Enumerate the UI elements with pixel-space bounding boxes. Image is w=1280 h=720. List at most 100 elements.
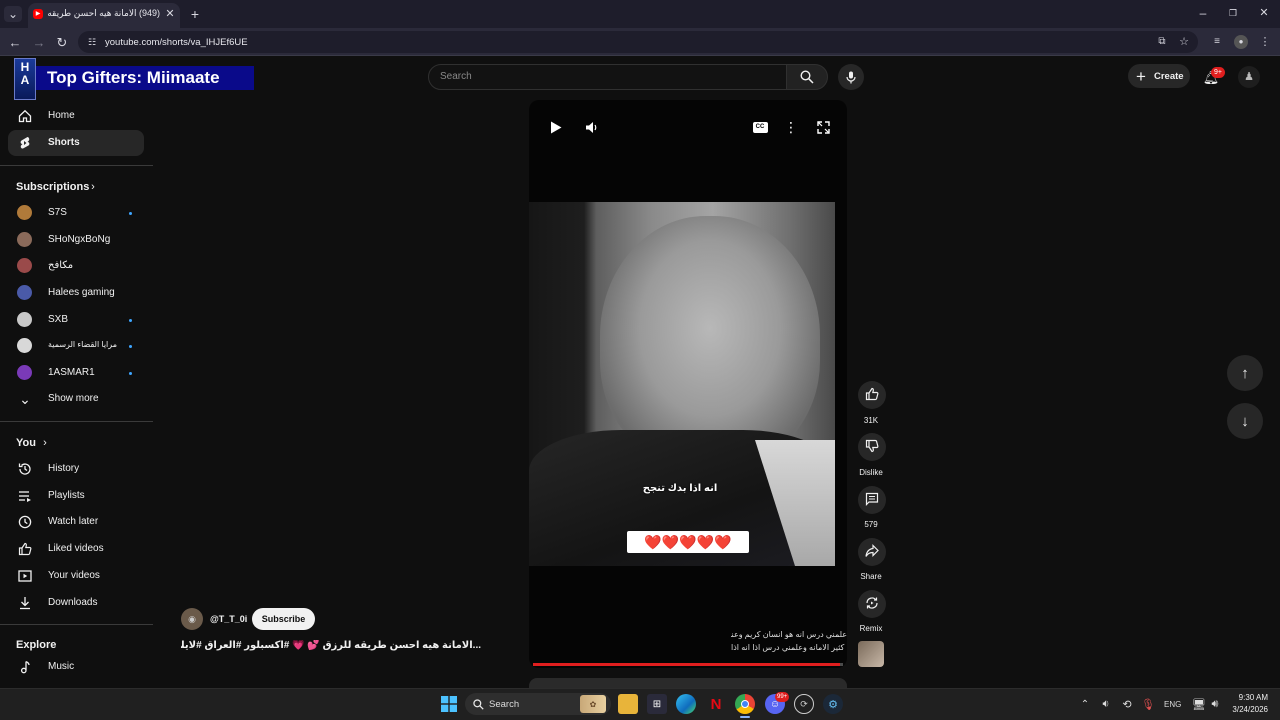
like-button[interactable] xyxy=(858,381,886,409)
sidebar-item-label: Liked videos xyxy=(48,543,104,554)
tab-title: (949) الامانة هيه احسن طريقه لل... xyxy=(48,8,160,18)
clock-time[interactable]: 9:30 AM xyxy=(1230,693,1268,702)
sidebar-item-playlists[interactable]: Playlists xyxy=(8,483,144,509)
more-options-icon[interactable]: ⋮ xyxy=(781,117,801,137)
comment-count: 579 xyxy=(864,520,878,529)
netflix-icon[interactable]: N xyxy=(706,694,726,714)
sidebar-item-maraya-alqadaa[interactable]: مرايا القضاء الرسمية xyxy=(8,333,144,359)
sidebar-show-more[interactable]: ⌄ Show more xyxy=(8,386,144,412)
back-icon[interactable]: ← xyxy=(7,34,23,50)
progress-fill xyxy=(533,663,840,666)
sidebar-item-history[interactable]: History xyxy=(8,456,144,482)
sidebar-divider xyxy=(0,165,153,166)
site-info-icon[interactable]: ☷ xyxy=(85,35,99,49)
sidebar-item-shorts[interactable]: Shorts xyxy=(8,130,144,156)
sidebar-item-label: Your videos xyxy=(48,570,100,581)
sidebar-item-watch-later[interactable]: Watch later xyxy=(8,509,144,535)
sidebar-item-label: SHoNgxBoNg xyxy=(48,234,111,245)
chevron-right-icon[interactable]: › xyxy=(40,437,50,449)
sound-thumbnail[interactable] xyxy=(858,641,884,667)
search-placeholder: Search xyxy=(440,71,472,82)
windows-start-icon[interactable] xyxy=(439,694,459,714)
sidebar-item-mukafeh[interactable]: مكافح xyxy=(8,253,144,279)
avatar xyxy=(17,232,32,247)
comments-button[interactable] xyxy=(858,486,886,514)
chrome-icon[interactable] xyxy=(735,694,755,714)
tray-overflow-icon[interactable]: ⌃ xyxy=(1075,694,1095,714)
window-close-icon[interactable]: ✕ xyxy=(1257,6,1271,20)
volume-tray-icon[interactable]: 🔊︎ xyxy=(1205,694,1225,714)
clock-date[interactable]: 3/24/2026 xyxy=(1224,705,1268,714)
file-explorer-icon[interactable] xyxy=(618,694,638,714)
sidebar-item-your-videos[interactable]: Your videos xyxy=(8,563,144,589)
restore-icon[interactable]: ❐ xyxy=(1226,6,1240,20)
sidebar-item-liked-videos[interactable]: Liked videos xyxy=(8,536,144,562)
reading-list-icon[interactable]: ≡ xyxy=(1210,35,1224,49)
share-label: Share xyxy=(860,572,882,581)
minimize-icon[interactable]: – xyxy=(1196,6,1210,20)
discord-badge: 99+ xyxy=(775,692,790,702)
short-caption[interactable]: ...الامانة هيه احسن طريقه للرزق 💕 💗 #اكس… xyxy=(181,640,481,651)
next-short-preview[interactable] xyxy=(529,678,847,688)
sidebar-item-label: Music xyxy=(48,661,75,672)
search-icon xyxy=(798,68,816,86)
microsoft-store-icon[interactable]: ⊞ xyxy=(647,694,667,714)
subscriptions-heading[interactable]: Subscriptions xyxy=(16,181,89,193)
tab-search-chevron-icon[interactable]: ⌄ xyxy=(4,6,22,22)
remix-button[interactable] xyxy=(858,590,886,618)
sidebar-item-label: Playlists xyxy=(48,490,85,501)
subscribe-button[interactable]: Subscribe xyxy=(252,608,315,630)
sync-icon[interactable]: ⟲ xyxy=(1117,694,1137,714)
sidebar-item-label: Shorts xyxy=(48,137,80,148)
sidebar-item-home[interactable]: Home xyxy=(8,103,144,129)
reload-icon[interactable]: ↻ xyxy=(54,34,70,50)
music-icon xyxy=(16,658,34,676)
play-icon[interactable] xyxy=(546,117,566,137)
language-indicator[interactable]: ENG xyxy=(1164,700,1181,709)
dislike-label: Dislike xyxy=(859,468,883,477)
sidebar-item-sxb[interactable]: SXB xyxy=(8,307,144,333)
avatar xyxy=(17,312,32,327)
you-heading[interactable]: You xyxy=(16,437,36,449)
explore-heading: Explore xyxy=(16,639,57,651)
next-short-button[interactable]: ↓ xyxy=(1227,403,1263,439)
volume-icon[interactable] xyxy=(582,117,602,137)
comment-icon xyxy=(865,492,879,509)
channel-handle[interactable]: @T_T_0i xyxy=(210,614,247,624)
arrow-down-icon: ↓ xyxy=(1241,412,1249,430)
fullscreen-icon[interactable] xyxy=(813,117,833,137)
sidebar-item-1asmar1[interactable]: 1ASMAR1 xyxy=(8,360,144,386)
chevron-right-icon[interactable]: › xyxy=(88,181,98,193)
tab-close-icon[interactable]: ✕ xyxy=(163,7,177,21)
forward-icon[interactable]: → xyxy=(31,34,47,50)
audio-icon[interactable]: 🔉︎ xyxy=(1096,694,1116,714)
app-icon[interactable]: ⟳ xyxy=(794,694,814,714)
search-input[interactable] xyxy=(428,64,787,90)
mic-tray-icon[interactable]: 🎙︎ xyxy=(1138,694,1158,714)
account-avatar[interactable]: ♟ xyxy=(1238,66,1260,88)
sidebar-item-label: S7S xyxy=(48,207,67,218)
url-text[interactable]: youtube.com/shorts/va_IHJEf6UE xyxy=(105,37,248,48)
chevron-down-icon: ⌄ xyxy=(19,390,31,407)
profile-avatar-icon[interactable]: ● xyxy=(1234,35,1248,49)
new-tab-icon[interactable]: + xyxy=(187,6,203,22)
sidebar-item-shongxbong[interactable]: SHoNgxBoNg xyxy=(8,227,144,253)
previous-short-button[interactable]: ↑ xyxy=(1227,355,1263,391)
steam-icon[interactable]: ⚙ xyxy=(823,694,843,714)
captions-icon[interactable]: CC xyxy=(750,117,770,137)
video-subtitle: انه اذا بدك تنجح xyxy=(642,483,718,494)
watch-later-icon xyxy=(16,513,34,531)
install-app-icon[interactable]: ⧉ xyxy=(1155,35,1169,49)
shorts-icon xyxy=(16,134,34,152)
edge-browser-icon[interactable] xyxy=(676,694,696,714)
browser-menu-icon[interactable]: ⋮ xyxy=(1258,35,1272,49)
dislike-button[interactable] xyxy=(858,433,886,461)
sidebar-item-halees-gaming[interactable]: Halees gaming xyxy=(8,280,144,306)
logo-letters: HA xyxy=(20,60,30,87)
sidebar-item-downloads[interactable]: Downloads xyxy=(8,590,144,616)
bookmark-star-icon[interactable]: ☆ xyxy=(1177,35,1191,49)
sidebar-item-music[interactable]: Music xyxy=(8,654,144,680)
share-button[interactable] xyxy=(858,538,886,566)
channel-avatar[interactable]: ◉ xyxy=(181,608,203,630)
sidebar-item-s7s[interactable]: S7S xyxy=(8,200,144,226)
